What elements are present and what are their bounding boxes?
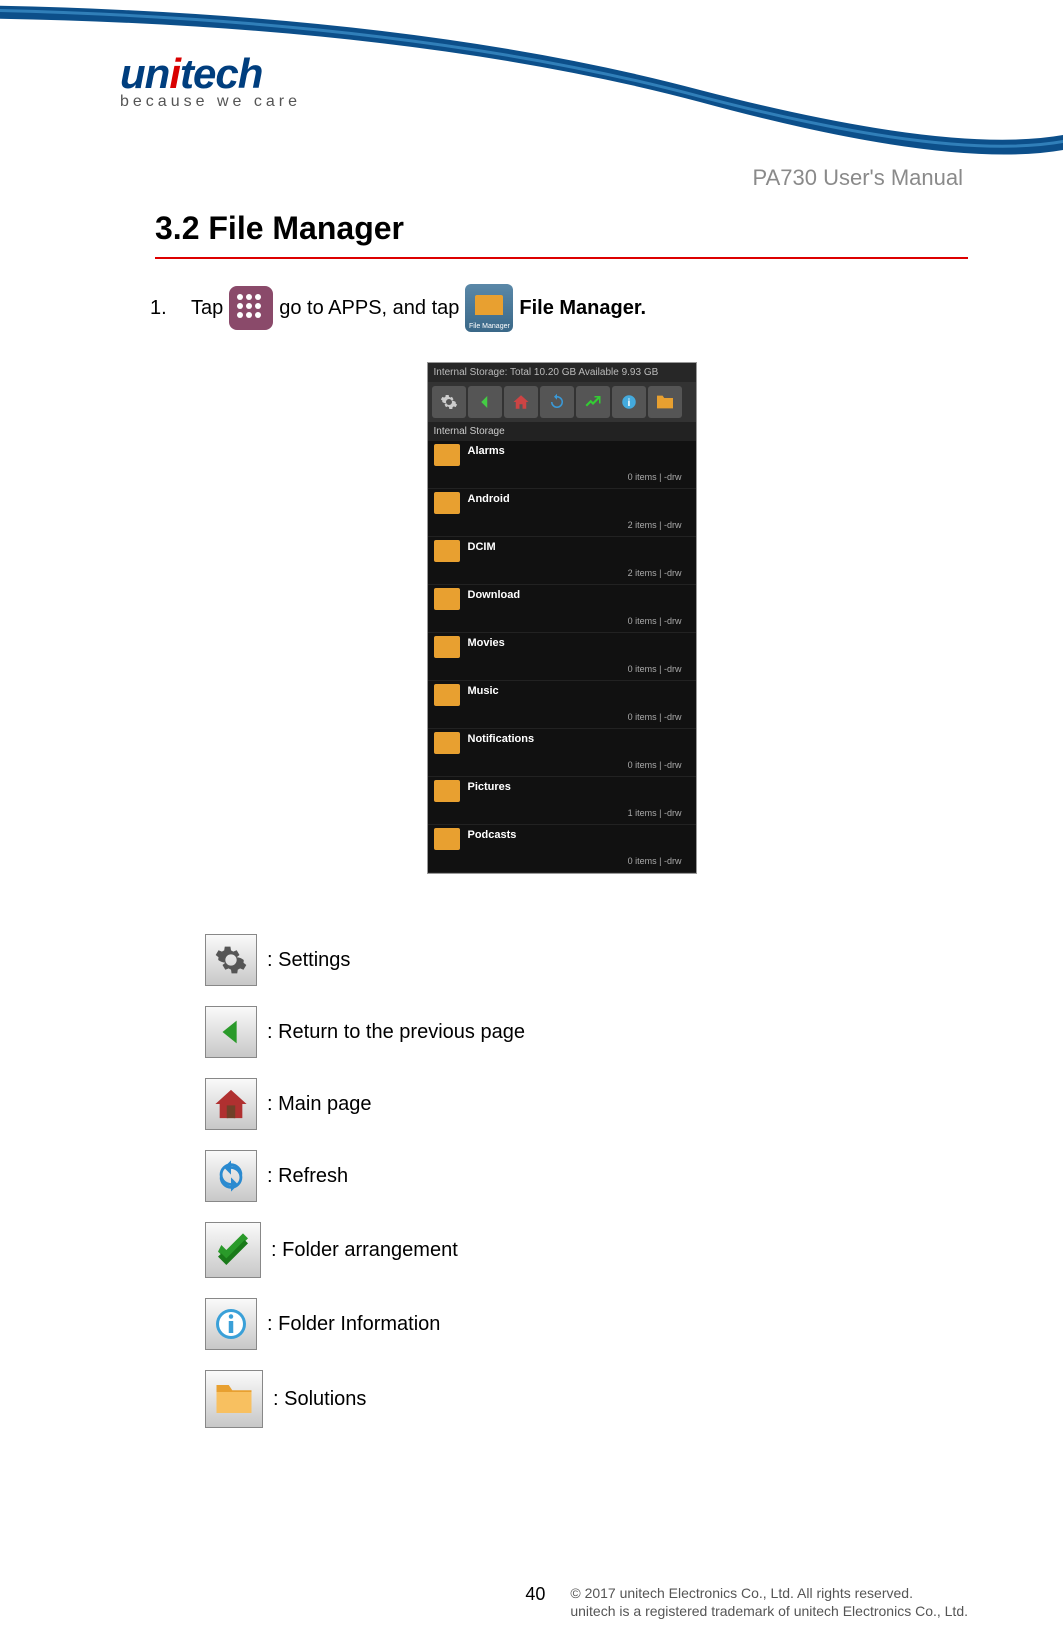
legend-label: : Refresh [267,1165,348,1188]
document-title: PA730 User's Manual [753,165,963,191]
ss-folder-item: Download0 items | -drw [428,585,696,633]
step-text-1: Tap [191,297,223,320]
svg-text:i: i [627,397,630,409]
legend-refresh: : Refresh [205,1150,968,1202]
ss-folder-item: DCIM2 items | -drw [428,537,696,585]
legend-settings: : Settings [205,934,968,986]
ss-toolbar: i [428,382,696,422]
folder-icon [205,1370,263,1428]
ss-folder-item: Music0 items | -drw [428,681,696,729]
legend-folder-arrangement: : Folder arrangement [205,1222,968,1278]
icon-legend: : Settings : Return to the previous page… [205,934,968,1428]
step-number: 1. [150,297,185,320]
logo-text-2: tech [180,50,262,97]
ss-sort-icon [576,386,610,418]
ss-settings-icon [432,386,466,418]
ss-folder-list: Alarms0 items | -drwAndroid2 items | -dr… [428,441,696,873]
step-1: 1. Tap go to APPS, and tap File Manager … [150,284,968,332]
logo-text-1: un [120,50,169,97]
ss-storage-header: Internal Storage: Total 10.20 GB Availab… [428,363,696,382]
app-screenshot: Internal Storage: Total 10.20 GB Availab… [427,362,697,874]
legend-label: : Solutions [273,1388,366,1411]
logo: unitech because we care [120,50,320,111]
ss-path: Internal Storage [428,422,696,441]
section-divider [155,257,968,259]
section-title: 3.2 File Manager [155,210,968,247]
info-icon [205,1298,257,1350]
legend-main-page: : Main page [205,1078,968,1130]
legend-label: : Settings [267,949,350,972]
ss-refresh-icon [540,386,574,418]
legend-folder-info: : Folder Information [205,1298,968,1350]
step-text-3: File Manager. [519,297,646,320]
legend-return: : Return to the previous page [205,1006,968,1058]
legend-label: : Main page [267,1093,372,1116]
legend-label: : Folder arrangement [271,1239,458,1262]
ss-home-icon [504,386,538,418]
ss-info-icon: i [612,386,646,418]
ss-folder-item: Android2 items | -drw [428,489,696,537]
footer: 40 © 2017 unitech Electronics Co., Ltd. … [0,1584,968,1620]
copyright-line-2: unitech is a registered trademark of uni… [570,1602,968,1620]
page-number: 40 [525,1584,545,1605]
apps-icon [229,286,273,330]
logo-tagline: because we care [120,93,320,111]
back-arrow-icon [205,1006,257,1058]
check-icon [205,1222,261,1278]
ss-folder-item: Podcasts0 items | -drw [428,825,696,873]
ss-folder-item: Movies0 items | -drw [428,633,696,681]
home-icon [205,1078,257,1130]
ss-folder-icon [648,386,682,418]
ss-folder-item: Alarms0 items | -drw [428,441,696,489]
legend-label: : Folder Information [267,1313,440,1336]
logo-text-i: i [169,50,180,97]
ss-back-icon [468,386,502,418]
file-manager-icon: File Manager [465,284,513,332]
legend-solutions: : Solutions [205,1370,968,1428]
step-text-2: go to APPS, and tap [279,297,459,320]
refresh-icon [205,1150,257,1202]
ss-folder-item: Notifications0 items | -drw [428,729,696,777]
copyright-line-1: © 2017 unitech Electronics Co., Ltd. All… [570,1584,968,1602]
settings-icon [205,934,257,986]
ss-folder-item: Pictures1 items | -drw [428,777,696,825]
legend-label: : Return to the previous page [267,1021,525,1044]
